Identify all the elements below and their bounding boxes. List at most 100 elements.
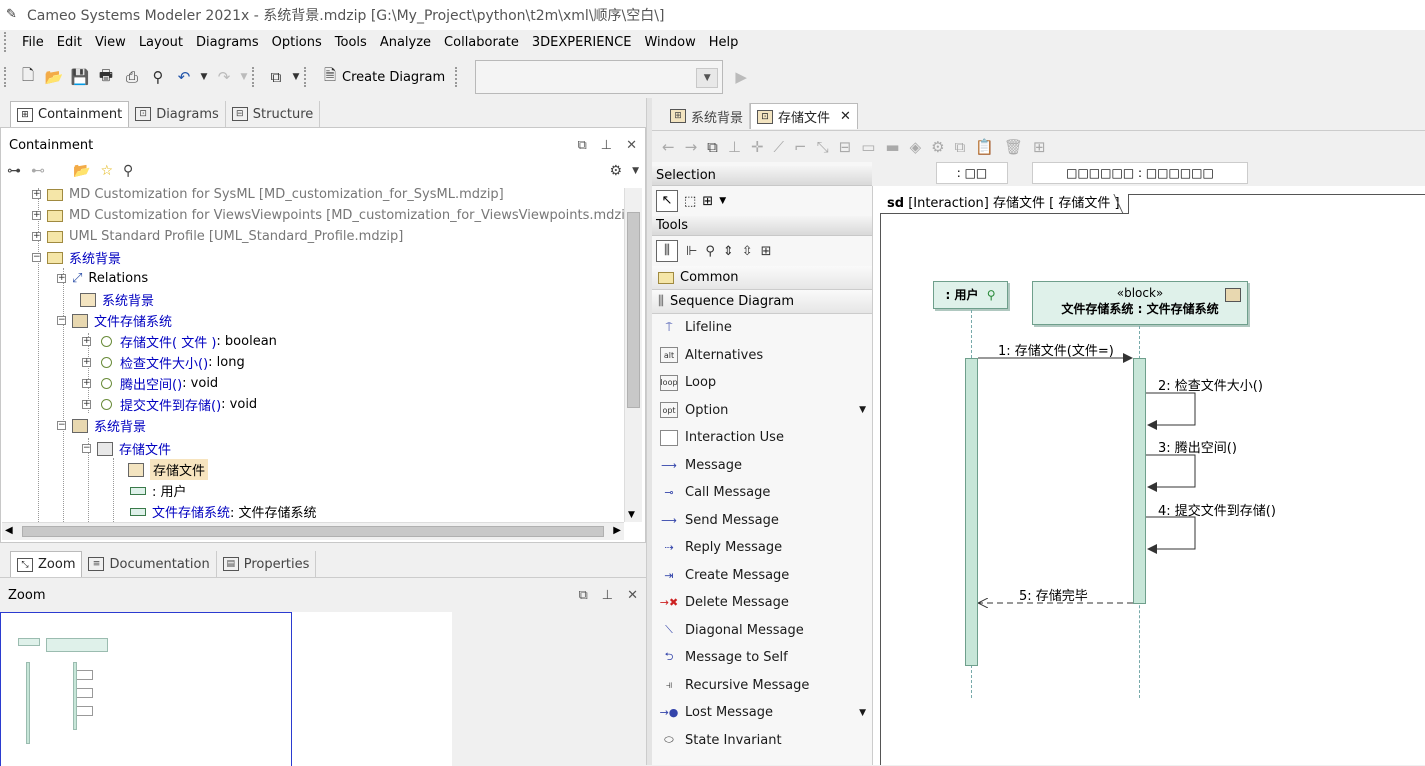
tree-item-block-context[interactable]: − 系统背景 bbox=[57, 415, 146, 436]
menu-3dexperience[interactable]: 3DEXPERIENCE bbox=[526, 35, 639, 50]
tree-item-operation[interactable]: + 提交文件到存储() : void bbox=[82, 394, 257, 415]
menu-analyze[interactable]: Analyze bbox=[374, 35, 438, 50]
grip-handle[interactable] bbox=[4, 32, 10, 52]
palette-send-message[interactable]: ⟶ Send Message bbox=[652, 507, 872, 535]
scrollbar-thumb[interactable] bbox=[627, 212, 640, 408]
menu-layout[interactable]: Layout bbox=[133, 35, 190, 50]
tree-vertical-scrollbar[interactable]: ▼ bbox=[624, 188, 642, 522]
expand-icon[interactable]: + bbox=[32, 211, 41, 220]
combined-tool-icon[interactable]: ⊞ bbox=[761, 244, 772, 259]
tab-diagrams[interactable]: ⊡ Diagrams bbox=[129, 101, 226, 127]
message-5-label[interactable]: 5: 存储完毕 bbox=[1019, 585, 1088, 604]
tab-properties[interactable]: ▤ Properties bbox=[217, 551, 317, 577]
clipboard-icon[interactable]: 📋 bbox=[975, 138, 994, 156]
tree-item-views-customization[interactable]: + MD Customization for ViewsViewpoints [M… bbox=[32, 205, 624, 226]
marquee-icon[interactable]: ⬚ bbox=[684, 194, 696, 209]
activation-user[interactable] bbox=[965, 358, 978, 666]
create-diagram-button[interactable]: 🗎 Create Diagram bbox=[320, 65, 445, 89]
print-preview-icon[interactable]: ⎙ bbox=[120, 65, 144, 89]
open-project-icon[interactable]: 📂 bbox=[42, 65, 66, 89]
pin-icon[interactable]: ⊥ bbox=[601, 138, 612, 153]
chevron-down-icon[interactable]: ▼ bbox=[696, 68, 719, 88]
layout-icon[interactable]: ⊟ bbox=[839, 138, 852, 156]
zoom-overview[interactable] bbox=[0, 612, 452, 766]
message-3-label[interactable]: 3: 腾出空间() bbox=[1158, 437, 1237, 456]
palette-create-message[interactable]: ⇥ Create Message bbox=[652, 562, 872, 590]
expand-icon[interactable]: + bbox=[82, 379, 91, 388]
expand-icon[interactable]: + bbox=[57, 274, 66, 283]
palette-lost-message[interactable]: →● Lost Message ▼ bbox=[652, 699, 872, 727]
scrollbar-thumb[interactable] bbox=[22, 526, 604, 537]
back-icon[interactable]: ← bbox=[662, 138, 675, 156]
tree-horizontal-scrollbar[interactable]: ◀ ▶ bbox=[2, 522, 624, 540]
redo-dropdown-icon[interactable]: ▼ bbox=[238, 65, 250, 89]
palette-lifeline[interactable]: ⍑ Lifeline bbox=[652, 314, 872, 342]
new-project-icon[interactable]: 🗋 bbox=[16, 65, 40, 89]
collapse-icon[interactable]: − bbox=[32, 253, 41, 262]
settings-icon[interactable]: ⚙ bbox=[931, 138, 944, 156]
tree-item-sysml-customization[interactable]: + MD Customization for SysML [MD_customiz… bbox=[32, 188, 504, 205]
actor-tool-icon[interactable]: ⚲ bbox=[705, 244, 715, 259]
activation-tool-icon[interactable]: ⊩ bbox=[686, 244, 697, 259]
split-tool-icon[interactable]: ⇕ bbox=[723, 244, 734, 259]
paste-icon[interactable]: ⊞ bbox=[1033, 138, 1046, 156]
message-1-label[interactable]: 1: 存储文件(文件=) bbox=[998, 340, 1114, 359]
gear-icon[interactable]: ⚙ bbox=[610, 163, 623, 179]
collapse-icon[interactable]: − bbox=[57, 421, 66, 430]
tree-item-interaction[interactable]: − 存储文件 bbox=[82, 438, 171, 459]
model-browser-icon[interactable]: ⧉ bbox=[264, 65, 288, 89]
tab-containment[interactable]: ⊞ Containment bbox=[10, 101, 130, 127]
collapse-icon[interactable]: − bbox=[82, 444, 91, 453]
message-4-label[interactable]: 4: 提交文件到存储() bbox=[1158, 500, 1276, 519]
header-field-1[interactable]: : □□ bbox=[936, 162, 1008, 184]
menu-options[interactable]: Options bbox=[266, 35, 329, 50]
palette-group-sequence[interactable]: ⫼ Sequence Diagram bbox=[652, 290, 872, 314]
restore-icon[interactable]: ⧉ bbox=[578, 588, 587, 603]
resize-icon[interactable]: ⤡ bbox=[817, 138, 829, 156]
palette-delete-message[interactable]: →✖ Delete Message bbox=[652, 589, 872, 617]
tree-item-block[interactable]: − 文件存储系统 bbox=[57, 310, 172, 331]
tree-item-lifeline[interactable]: : 用户 bbox=[130, 480, 187, 501]
expand-icon[interactable]: + bbox=[82, 358, 91, 367]
palette-diagonal-message[interactable]: ⟍ Diagonal Message bbox=[652, 617, 872, 645]
tree-item-sequence-diagram[interactable]: 存储文件 bbox=[128, 459, 209, 480]
interaction-frame[interactable] bbox=[880, 194, 1425, 765]
palette-interaction-use[interactable]: Interaction Use bbox=[652, 424, 872, 452]
open-folder-icon[interactable]: 📂 bbox=[73, 163, 90, 179]
close-icon[interactable]: ✕ bbox=[627, 588, 638, 603]
fill-icon[interactable]: ◈ bbox=[910, 138, 922, 156]
header-field-2[interactable]: □□□□□□ : □□□□□□ bbox=[1032, 162, 1248, 184]
menu-window[interactable]: Window bbox=[638, 35, 702, 50]
align-icon[interactable]: ⊥ bbox=[728, 138, 741, 156]
forward-icon[interactable]: → bbox=[685, 138, 698, 156]
layout-icon-2[interactable]: ▭ bbox=[861, 138, 875, 156]
close-tab-icon[interactable]: ✕ bbox=[840, 109, 851, 124]
scroll-right-icon[interactable]: ▶ bbox=[613, 525, 621, 536]
tab-diagram-context[interactable]: ⊞ 系统背景 bbox=[664, 103, 751, 129]
lost-message-dropdown-icon[interactable]: ▼ bbox=[859, 708, 866, 718]
tree-item-operation[interactable]: + 存储文件( 文件 ) : boolean bbox=[82, 331, 277, 352]
star-icon[interactable]: ☆ bbox=[100, 163, 113, 179]
browser-dropdown-icon[interactable]: ▼ bbox=[290, 65, 302, 89]
tab-structure[interactable]: ⊟ Structure bbox=[226, 101, 321, 127]
toolbar-grip-3[interactable] bbox=[304, 67, 310, 87]
menu-help[interactable]: Help bbox=[703, 35, 746, 50]
spacer-tool-icon[interactable]: ⇳ bbox=[742, 244, 753, 259]
expand-icon[interactable]: + bbox=[32, 190, 41, 199]
tab-diagram-sequence[interactable]: ⊡ 存储文件 ✕ bbox=[750, 103, 858, 129]
selection-dropdown-icon[interactable]: ▼ bbox=[719, 196, 726, 206]
message-2-label[interactable]: 2: 检查文件大小() bbox=[1158, 375, 1263, 394]
pointer-icon[interactable]: ↖ bbox=[656, 190, 678, 212]
palette-group-common[interactable]: Common bbox=[652, 266, 872, 290]
add-icon[interactable]: ✛ bbox=[751, 138, 764, 156]
restore-icon[interactable]: ⧉ bbox=[577, 138, 586, 153]
menu-diagrams[interactable]: Diagrams bbox=[190, 35, 266, 50]
palette-message[interactable]: ⟶ Message bbox=[652, 452, 872, 480]
tree-item-uml-profile[interactable]: + UML Standard Profile [UML_Standard_Prof… bbox=[32, 226, 403, 247]
layout-icon-3[interactable]: ▬ bbox=[885, 138, 899, 156]
copy-icon[interactable]: ⧉ bbox=[955, 138, 966, 156]
toolbar-grip-2[interactable] bbox=[252, 67, 258, 87]
palette-option[interactable]: opt Option ▼ bbox=[652, 397, 872, 425]
redo-icon[interactable]: ↷ bbox=[212, 65, 236, 89]
play-icon[interactable]: ▶ bbox=[729, 65, 753, 89]
